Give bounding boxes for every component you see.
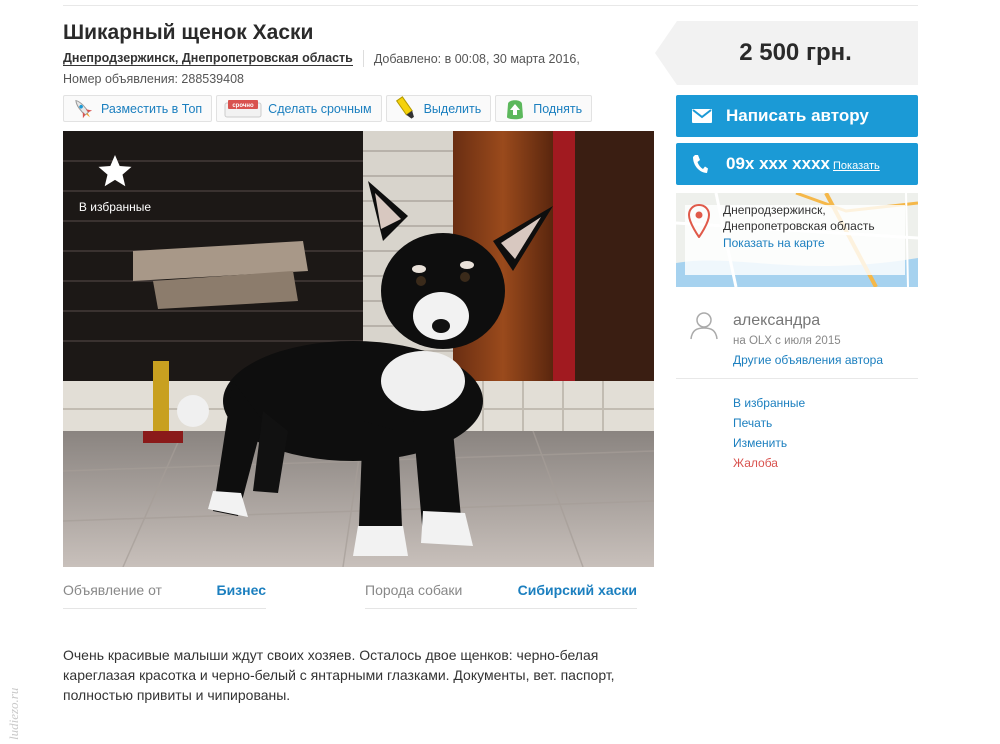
listing-description: Очень красивые малыши ждут своих хозяев.… (63, 647, 615, 703)
photo-favorites-button[interactable]: В избранные (77, 153, 153, 214)
show-phone-link[interactable]: Показать (833, 160, 880, 172)
seller-name: александра (733, 312, 821, 329)
side-links: В избранные Печать Изменить Жалоба (733, 393, 805, 473)
show-on-map-link[interactable]: Показать на карте (723, 236, 825, 250)
listing-meta: Днепродзержинск, Днепропетровская област… (63, 50, 580, 67)
seller-divider (676, 378, 918, 379)
map-pin-icon (688, 204, 710, 238)
listing-title: Шикарный щенок Хаски (63, 21, 314, 44)
map-address-line2: Днепропетровская область (723, 219, 875, 233)
phone-icon (692, 154, 712, 174)
map-address: Днепродзержинск, Днепропетровская област… (723, 202, 875, 234)
print-link[interactable]: Печать (733, 413, 805, 433)
phone-button[interactable]: 09x xxx xxxx Показать (676, 143, 918, 185)
listing-city-link[interactable]: Днепродзержинск, Днепропетровская област… (63, 51, 353, 66)
listing-photo[interactable]: В избранные (63, 131, 654, 567)
highlight-label: Выделить (423, 101, 482, 116)
promo-actions: Разместить в Топ срочно Сделать срочным … (63, 95, 593, 122)
add-to-favorites-link[interactable]: В избранные (733, 393, 805, 413)
user-avatar-icon (690, 312, 718, 340)
complain-link[interactable]: Жалоба (733, 453, 805, 473)
make-urgent-label: Сделать срочным (268, 101, 372, 116)
param-value-link[interactable]: Сибирский хаски (518, 582, 637, 598)
make-urgent-button[interactable]: срочно Сделать срочным (216, 95, 382, 122)
price-box: 2 500 грн. (655, 21, 918, 85)
highlight-button[interactable]: Выделить (385, 95, 492, 122)
rocket-icon (70, 96, 96, 122)
edit-link[interactable]: Изменить (733, 433, 805, 453)
param-value-link[interactable]: Бизнес (217, 582, 266, 598)
photo-favorites-label: В избранные (78, 200, 152, 214)
urgent-badge-text: срочно (233, 103, 255, 109)
bump-up-button[interactable]: Поднять (495, 95, 593, 122)
urgent-badge-icon: срочно (223, 96, 263, 122)
seller-other-ads-link[interactable]: Другие объявления автора (733, 353, 883, 367)
envelope-icon (692, 109, 712, 123)
map-address-line1: Днепродзержинск, (723, 203, 826, 217)
star-icon (98, 155, 132, 187)
promote-top-button[interactable]: Разместить в Топ (63, 95, 213, 122)
param-label: Порода собаки (365, 582, 463, 598)
bump-up-label: Поднять (533, 101, 583, 116)
phone-number: 09x xxx xxxx (726, 154, 830, 173)
listing-added-date: Добавлено: в 00:08, 30 марта 2016, (373, 51, 580, 66)
listing-ad-number: Номер объявления: 288539408 (63, 72, 244, 86)
meta-separator (362, 50, 364, 67)
write-author-button[interactable]: Написать автору (676, 95, 918, 137)
param-ad-from: Объявление от Бизнес (63, 582, 266, 609)
param-dog-breed: Порода собаки Сибирский хаски (365, 582, 637, 609)
price-value: 2 500 грн. (739, 39, 852, 66)
promote-top-label: Разместить в Топ (101, 101, 203, 116)
seller-since: на OLX с июля 2015 (733, 335, 841, 347)
arrow-up-icon (502, 96, 528, 122)
location-map[interactable]: Днепродзержинск, Днепропетровская област… (676, 193, 918, 287)
param-label: Объявление от (63, 582, 162, 598)
top-divider (63, 5, 918, 6)
highlighter-icon (393, 95, 419, 122)
write-author-label: Написать автору (726, 106, 869, 125)
watermark-text: ludiezo.ru (6, 687, 21, 740)
